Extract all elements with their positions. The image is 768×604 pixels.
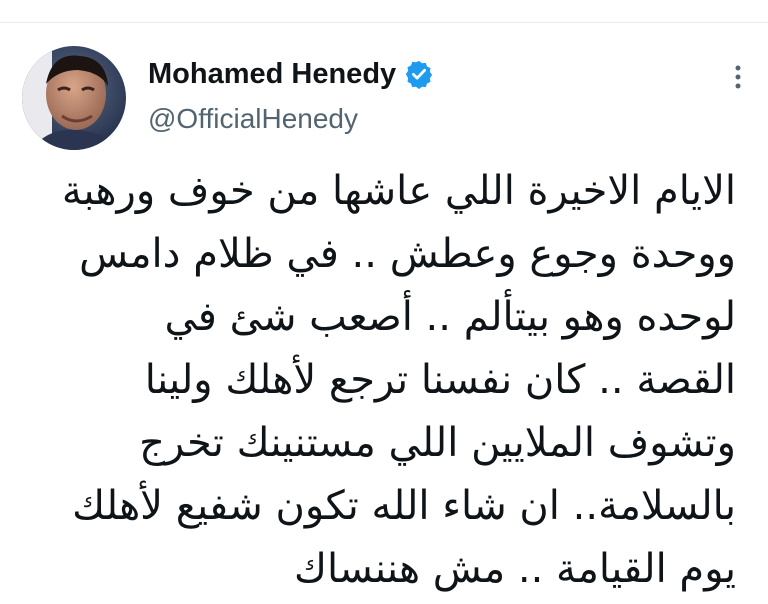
avatar-image	[22, 46, 126, 150]
avatar[interactable]	[22, 46, 126, 150]
tweet-text-line: القصة .. كان نفسنا ترجع لأهلك ولينا	[144, 357, 736, 403]
tweet-text-line: بالسلامة.. ان شاء الله تكون شفيع لأهلك	[72, 483, 736, 529]
author-handle[interactable]: @OfficialHenedy	[148, 103, 358, 135]
tweet-text-line: وتشوف الملايين اللي مستنينك تخرج	[139, 420, 736, 466]
author-name-row: Mohamed Henedy	[148, 52, 434, 96]
verified-badge-icon	[404, 59, 434, 89]
tweet-text: الايام الاخيرة اللي عاشها من خوف ورهبة و…	[36, 160, 736, 601]
tweet-text-line: يوم القيامة .. مش هننساك	[293, 546, 736, 592]
more-options-button[interactable]	[728, 62, 748, 92]
display-name[interactable]: Mohamed Henedy	[148, 58, 396, 91]
top-divider	[0, 22, 768, 23]
tweet-text-line: ووحدة وجوع وعطش .. في ظلام دامس	[79, 231, 736, 277]
tweet-text-line: لوحده وهو بيتألم .. أصعب شئ في	[164, 294, 736, 340]
tweet-text-line: الايام الاخيرة اللي عاشها من خوف ورهبة	[61, 168, 736, 214]
more-options-icon	[735, 65, 741, 89]
